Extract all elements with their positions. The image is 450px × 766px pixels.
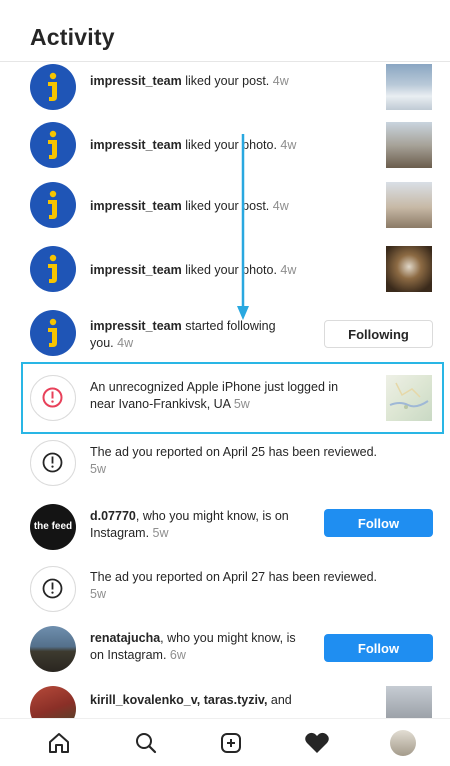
avatar (30, 440, 76, 486)
brand-logo-icon (30, 246, 76, 292)
activity-feed[interactable]: impressit_team liked your post. 4w impre… (0, 62, 450, 718)
avatar[interactable]: the feed (30, 504, 76, 550)
timestamp: 4w (280, 263, 297, 277)
activity-text: The ad you reported on April 25 has been… (90, 445, 377, 459)
brand-logo-icon (30, 122, 76, 168)
add-post-icon[interactable] (217, 729, 245, 757)
activity-text: liked your post. (185, 74, 270, 88)
timestamp: 5w (90, 462, 106, 476)
list-item[interactable]: impressit_team liked your post. 4w (0, 178, 450, 240)
page-title: Activity (30, 24, 115, 50)
scroll-down-arrow-icon (237, 134, 249, 320)
list-item[interactable]: The ad you reported on April 27 has been… (0, 562, 450, 624)
username[interactable]: renatajucha (90, 631, 160, 645)
username[interactable]: kirill_kovalenko_v, taras.tyziv, (90, 693, 267, 707)
list-item[interactable]: impressit_team liked your photo. 4w (0, 240, 450, 302)
highlight-frame (21, 362, 444, 434)
list-item[interactable]: impressit_team liked your photo. 4w (0, 114, 450, 176)
info-icon (42, 578, 63, 599)
list-item[interactable]: kirill_kovalenko_v, taras.tyziv, and (0, 684, 450, 718)
post-thumbnail[interactable] (386, 122, 432, 168)
avatar[interactable] (30, 686, 76, 718)
avatar (30, 566, 76, 612)
post-thumbnail[interactable] (386, 64, 432, 110)
activity-text: liked your photo. (185, 263, 277, 277)
activity-text: The ad you reported on April 27 has been… (90, 570, 377, 584)
avatar[interactable] (30, 246, 76, 292)
follow-button[interactable]: Follow (324, 509, 433, 537)
info-icon (42, 452, 63, 473)
timestamp: 5w (90, 587, 106, 601)
timestamp: 6w (169, 648, 186, 662)
timestamp: 4w (272, 74, 289, 88)
list-item[interactable]: The ad you reported on April 25 has been… (0, 434, 450, 496)
activity-text: liked your post. (185, 199, 270, 213)
timestamp: 4w (117, 336, 134, 350)
username[interactable]: impressit_team (90, 74, 182, 88)
username[interactable]: impressit_team (90, 319, 182, 333)
activity-text: liked your photo. (185, 138, 277, 152)
bottom-tab-bar (0, 718, 450, 766)
profile-avatar[interactable] (390, 730, 416, 756)
list-item[interactable]: impressit_team liked your post. 4w (0, 62, 450, 118)
timestamp: 4w (280, 138, 297, 152)
post-thumbnail[interactable] (386, 686, 432, 718)
follow-button[interactable]: Follow (324, 634, 433, 662)
home-icon[interactable] (45, 729, 73, 757)
brand-logo-icon (30, 64, 76, 110)
avatar-label: the feed (33, 521, 73, 532)
following-button[interactable]: Following (324, 320, 433, 348)
timestamp: 4w (272, 199, 289, 213)
brand-logo-icon (30, 310, 76, 356)
top-bar: Activity (0, 0, 450, 62)
avatar[interactable] (30, 64, 76, 110)
list-item[interactable]: renatajucha, who you might know, is on I… (0, 624, 450, 686)
brand-logo-icon (30, 182, 76, 228)
username[interactable]: impressit_team (90, 263, 182, 277)
avatar[interactable] (30, 182, 76, 228)
activity-heart-icon[interactable] (303, 729, 331, 757)
post-thumbnail[interactable] (386, 246, 432, 292)
post-thumbnail[interactable] (386, 182, 432, 228)
avatar[interactable] (30, 626, 76, 672)
username[interactable]: d.07770 (90, 509, 136, 523)
avatar[interactable] (30, 310, 76, 356)
username[interactable]: impressit_team (90, 199, 182, 213)
list-item[interactable]: the feed d.07770, who you might know, is… (0, 498, 450, 560)
search-icon[interactable] (132, 729, 160, 757)
timestamp: 5w (152, 526, 169, 540)
avatar[interactable] (30, 122, 76, 168)
activity-text: and (270, 693, 292, 707)
list-item[interactable]: impressit_team started following you. 4w… (0, 306, 450, 368)
username[interactable]: impressit_team (90, 138, 182, 152)
